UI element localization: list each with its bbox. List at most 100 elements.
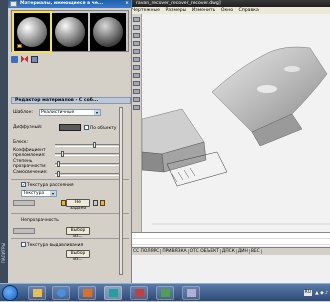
status-otrack[interactable]: ОТС ОБЪЕКТ [188,249,221,254]
taskbar-app-6[interactable] [156,286,174,300]
checkbox-checked-icon: ✓ [21,182,26,187]
diffuse-label: Диффузный: [13,125,43,130]
material-swatches [11,10,129,53]
tool-icon[interactable] [133,17,140,22]
slider-thumb[interactable] [57,161,60,167]
tool-icon[interactable] [133,25,140,30]
palette-title: Материалы, имеющиеся в че... [20,1,104,6]
tool-icon[interactable] [133,89,140,94]
materials-palette: Материалы, имеющиеся в че... × Редактор … [8,0,132,283]
tray-icons: ▲ ◆ ♪ [315,290,328,296]
edit-icon[interactable] [100,200,105,206]
bump-select-button[interactable]: Выбор из... [66,250,90,262]
diffuse-texture-label: Текстура рассеяния [27,183,74,188]
tool-icon[interactable] [133,57,140,62]
status-polar[interactable]: СС ПОЛЯРС [132,249,162,254]
material-swatch-1[interactable] [12,11,52,53]
app-icon [160,289,170,297]
palette-title-bar[interactable]: Материалы, имеющиеся в че... × [8,0,131,8]
status-snap[interactable]: ПРИВЯЗКА [161,249,189,254]
menu-bar: Чертежные Размеры Изменить Окно Справка [132,7,330,14]
opacity-label: Непрозрачность [21,218,59,223]
by-object-checkbox[interactable]: По объекту [84,125,116,131]
menu-item-dimensions[interactable]: Размеры [165,8,186,13]
command-line[interactable] [132,232,330,246]
media-player-icon [82,289,92,297]
translucency-label: Степень прозрачности: [13,159,47,169]
refraction-label: Коэффициент преломления: [13,148,46,158]
translucency-slider[interactable] [55,161,123,167]
self-illumination-slider[interactable] [55,171,123,177]
taskbar: RU ▲ ◆ ♪ [0,283,330,301]
opacity-select-button[interactable]: Выбор из... [66,227,90,239]
self-illumination-label: Самосвечение: [13,170,48,175]
taskbar-autocad[interactable] [104,286,122,300]
template-label: Шаблон: [13,110,33,115]
divider [11,213,129,214]
menu-item-help[interactable]: Справка [239,8,259,13]
material-swatch-2[interactable] [52,13,88,51]
menu-item-window[interactable]: Окно [221,8,233,13]
copy-icon[interactable] [93,200,98,206]
start-button[interactable] [2,285,18,301]
tool-icon[interactable] [133,65,140,70]
drawing-area[interactable] [141,14,330,244]
tool-icon[interactable] [133,41,140,46]
palettes-strip-label: ПАЛИТРЫ [1,242,6,263]
slider-thumb[interactable] [61,151,64,157]
taskbar-explorer[interactable] [28,286,46,300]
language-indicator[interactable]: RU [303,290,313,296]
tool-icon[interactable] [133,49,140,54]
gloss-slider[interactable] [55,142,123,148]
status-dyn[interactable]: ДИН [236,249,250,254]
material-editor: Редактор материалов - С соб... Шаблон: Р… [11,97,131,279]
material-applied-icon [17,44,22,48]
diffuse-color-swatch[interactable] [59,124,81,131]
tool-icon[interactable] [133,81,140,86]
system-tray: RU ▲ ◆ ♪ [303,284,328,302]
vertical-toolbar [132,14,142,244]
taskbar-app-5[interactable] [130,286,148,300]
material-sphere-preview [93,17,123,47]
checkbox-icon [84,125,89,130]
cad-app-icon [108,289,118,297]
palettes-strip: ПАЛИТРЫ [0,0,8,283]
apply-material-icon[interactable] [31,55,38,63]
editor-scrollbar[interactable] [119,107,123,275]
diffuse-texture-checkbox[interactable]: ✓ Текстура рассеяния [21,182,74,188]
app-icon [186,289,196,297]
bump-texture-checkbox[interactable]: Текстура выдавливания [21,242,83,248]
tool-icon[interactable] [133,105,140,110]
tool-icon[interactable] [133,97,140,102]
material-swatch-3[interactable] [90,13,126,51]
status-lweight[interactable]: ВЕС [249,249,262,254]
slider-thumb[interactable] [93,142,96,148]
delete-material-icon[interactable] [21,55,28,63]
opacity-slider[interactable] [13,228,35,234]
taskbar-app-7[interactable] [182,286,200,300]
texture-type-select[interactable]: Текстура ▾ [21,190,57,197]
warning-icon [61,200,66,206]
slider-thumb[interactable] [57,171,60,177]
taskbar-media[interactable] [78,286,96,300]
tool-icon[interactable] [133,33,140,38]
menu-item-drafting[interactable]: Чертежные [132,8,160,13]
app-icon [134,289,144,297]
texture-file-button[interactable]: Не задано [66,199,90,211]
refraction-slider[interactable] [55,151,123,157]
terrain-highlight [257,85,277,93]
create-material-icon[interactable] [11,55,18,63]
tool-icon[interactable] [133,73,140,78]
texture-slider[interactable] [13,200,35,206]
taskbar-ie[interactable] [52,286,70,300]
template-select[interactable]: Реалистичные ▾ [39,109,101,116]
gloss-label: Блеск: [13,140,29,145]
menu-item-modify[interactable]: Изменить [192,8,216,13]
status-ducs[interactable]: ДПСК [220,249,237,254]
close-icon[interactable]: × [125,0,129,8]
divider [11,238,129,239]
divider [11,179,129,180]
command-input[interactable] [132,239,330,245]
chevron-down-icon: ▾ [94,110,100,115]
cad-window: ravan_recover_recover_recover.dwg] Черте… [132,0,330,283]
